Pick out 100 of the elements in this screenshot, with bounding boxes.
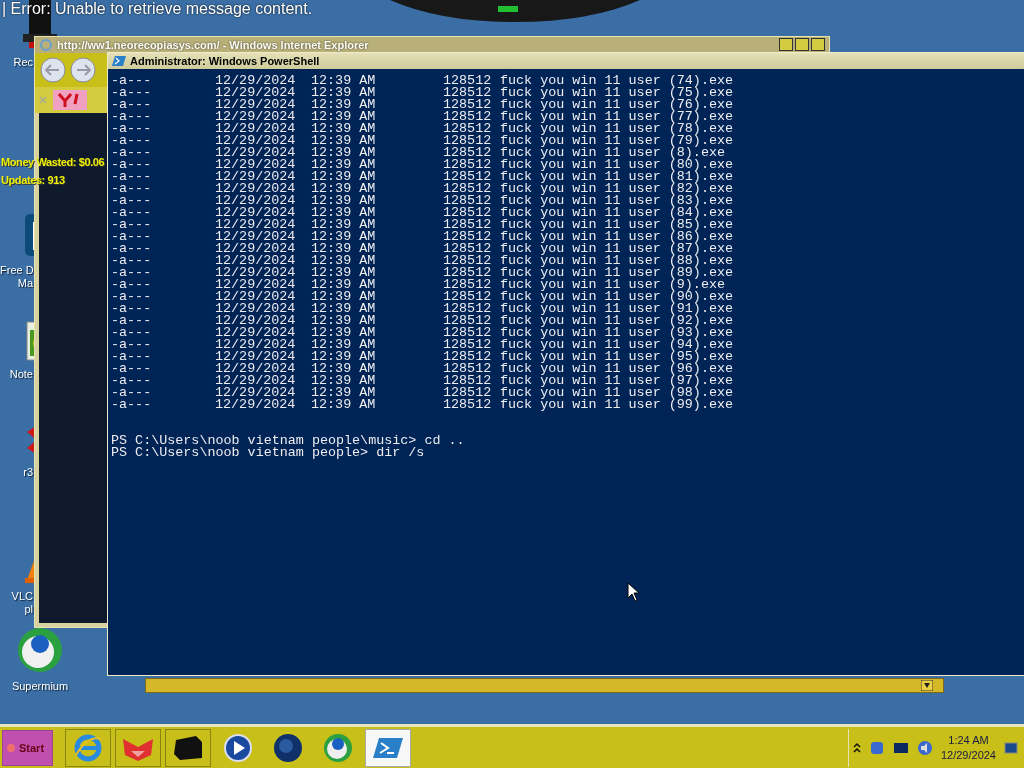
file-mode: -a---	[111, 351, 153, 363]
file-date: 12/29/2024	[215, 267, 297, 279]
file-time: 12:39 AM	[311, 111, 377, 123]
file-length: 128512	[443, 267, 492, 279]
file-time: 12:39 AM	[311, 147, 377, 159]
file-date: 12/29/2024	[215, 399, 297, 411]
file-name: fuck you win 11 user (88).exe	[500, 255, 735, 267]
file-mode: -a---	[111, 171, 153, 183]
desktop-icon-label[interactable]: r3	[0, 466, 33, 479]
file-mode: -a---	[111, 327, 153, 339]
file-date: 12/29/2024	[215, 183, 297, 195]
minimize-button[interactable]	[779, 38, 793, 51]
file-mode: -a---	[111, 387, 153, 399]
file-mode: -a---	[111, 195, 153, 207]
file-time: 12:39 AM	[311, 351, 377, 363]
file-name: fuck you win 11 user (98).exe	[500, 387, 735, 399]
file-date: 12/29/2024	[215, 243, 297, 255]
orb-icon	[6, 742, 16, 753]
file-mode: -a---	[111, 219, 153, 231]
dark-orb-icon	[273, 732, 303, 763]
file-time: 12:39 AM	[311, 99, 377, 111]
file-time: 12:39 AM	[311, 75, 377, 87]
file-mode: -a---	[111, 87, 153, 99]
globe-icon	[16, 626, 64, 674]
file-mode: -a---	[111, 267, 153, 279]
show-desktop-icon[interactable]	[1004, 740, 1018, 755]
file-date: 12/29/2024	[215, 255, 297, 267]
speaker-icon[interactable]	[916, 739, 933, 756]
file-mode: -a---	[111, 147, 153, 159]
file-length: 128512	[443, 255, 492, 267]
desktop-icon-label[interactable]: Rec	[0, 56, 33, 69]
window-title: http://ww1.neorecopiasys.com/ - Windows Internet Explorer	[57, 39, 369, 51]
desktop-icon-label[interactable]: Note	[0, 368, 33, 381]
file-time: 12:39 AM	[311, 399, 377, 411]
file-time: 12:39 AM	[311, 195, 377, 207]
file-name: fuck you win 11 user (80).exe	[500, 159, 735, 171]
file-time: 12:39 AM	[311, 123, 377, 135]
file-name: fuck you win 11 user (81).exe	[500, 171, 735, 183]
file-time: 12:39 AM	[311, 387, 377, 399]
file-length: 128512	[443, 399, 492, 411]
file-mode: -a---	[111, 159, 153, 171]
file-date: 12/29/2024	[215, 351, 297, 363]
file-time: 12:39 AM	[311, 375, 377, 387]
taskbar-button[interactable]	[165, 728, 211, 767]
maximize-button[interactable]	[795, 38, 809, 51]
clock[interactable]: 1:24 AM 12/29/2024	[940, 732, 996, 763]
desktop-icon-label[interactable]: VLC pl	[0, 590, 33, 616]
file-date: 12/29/2024	[215, 327, 297, 339]
file-length: 128512	[443, 351, 492, 363]
file-date: 12/29/2024	[215, 75, 297, 87]
file-time: 12:39 AM	[311, 291, 377, 303]
file-length: 128512	[443, 327, 492, 339]
file-time: 12:39 AM	[311, 207, 377, 219]
file-name: fuck you win 11 user (87).exe	[500, 243, 735, 255]
dropdown-icon[interactable]	[921, 680, 933, 691]
file-length: 128512	[443, 207, 492, 219]
file-date: 12/29/2024	[215, 303, 297, 315]
command-line: PS C:\Users\noob vietnam people\music> cd ..	[111, 435, 466, 447]
file-mode: -a---	[111, 123, 153, 135]
close-button[interactable]	[811, 38, 825, 51]
file-length: 128512	[443, 243, 492, 255]
file-length: 128512	[443, 135, 492, 147]
file-date: 12/29/2024	[215, 363, 297, 375]
desktop-icon-label[interactable]: Free D Ma	[0, 264, 33, 290]
file-time: 12:39 AM	[311, 135, 377, 147]
powershell-icon	[112, 55, 126, 67]
command-line: PS C:\Users\noob vietnam people> dir /s	[111, 447, 426, 459]
file-mode: -a---	[111, 375, 153, 387]
file-date: 12/29/2024	[215, 231, 297, 243]
file-name: fuck you win 11 user (85).exe	[500, 219, 735, 231]
file-name: fuck you win 11 user (97).exe	[500, 375, 735, 387]
file-time: 12:39 AM	[311, 159, 377, 171]
file-length: 128512	[443, 183, 492, 195]
file-mode: -a---	[111, 255, 153, 267]
monitor-icon[interactable]	[892, 741, 909, 754]
file-time: 12:39 AM	[311, 315, 377, 327]
start-button[interactable]: Start	[2, 729, 53, 766]
file-mode: -a---	[111, 243, 153, 255]
file-length: 128512	[443, 291, 492, 303]
chevron-up-icon[interactable]	[852, 741, 861, 754]
file-date: 12/29/2024	[215, 99, 297, 111]
file-time: 12:39 AM	[311, 243, 377, 255]
file-name: fuck you win 11 user (89).exe	[500, 267, 735, 279]
file-mode: -a---	[111, 399, 153, 411]
desktop-icon-label[interactable]: Supermium	[0, 680, 80, 693]
file-length: 128512	[443, 303, 492, 315]
y-logo-icon	[53, 90, 87, 110]
file-mode: -a---	[111, 111, 153, 123]
file-length: 128512	[443, 147, 492, 159]
file-length: 128512	[443, 111, 492, 123]
file-mode: -a---	[111, 291, 153, 303]
file-name: fuck you win 11 user (92).exe	[500, 315, 735, 327]
file-length: 128512	[443, 171, 492, 183]
file-name: fuck you win 11 user (90).exe	[500, 291, 735, 303]
file-mode: -a---	[111, 363, 153, 375]
globe-icon	[322, 731, 354, 764]
file-date: 12/29/2024	[215, 159, 297, 171]
file-mode: -a---	[111, 315, 153, 327]
network-icon[interactable]	[868, 739, 885, 756]
file-name: fuck you win 11 user (96).exe	[500, 363, 735, 375]
